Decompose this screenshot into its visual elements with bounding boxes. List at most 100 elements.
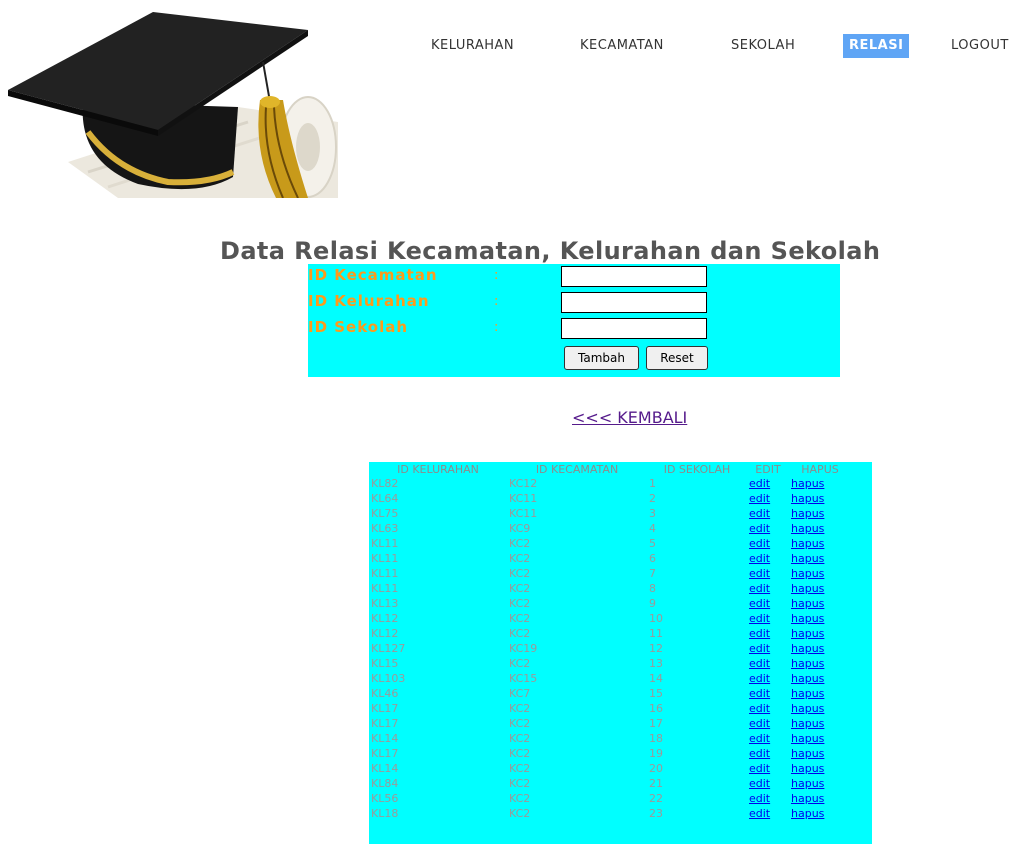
- hapus-link[interactable]: hapus: [791, 717, 824, 730]
- cell-id-sekolah: 6: [649, 552, 656, 565]
- edit-link[interactable]: edit: [749, 582, 770, 595]
- edit-link-cell: edit: [747, 776, 789, 791]
- edit-link-cell: edit: [747, 551, 789, 566]
- col-edit: EDIT: [755, 462, 781, 476]
- hapus-link-cell: hapus: [789, 671, 851, 686]
- edit-link[interactable]: edit: [749, 672, 770, 685]
- hapus-link[interactable]: hapus: [791, 612, 824, 625]
- cell-id-sekolah: 21: [649, 777, 663, 790]
- nav-item-sekolah[interactable]: SEKOLAH: [731, 34, 795, 58]
- cell-id-sekolah: 10: [649, 612, 663, 625]
- edit-link[interactable]: edit: [749, 642, 770, 655]
- reset-button[interactable]: Reset: [646, 346, 708, 370]
- cell-id-sekolah: 16: [649, 702, 663, 715]
- edit-link[interactable]: edit: [749, 762, 770, 775]
- hapus-link[interactable]: hapus: [791, 747, 824, 760]
- cell-id-kecamatan: KC2: [509, 762, 531, 775]
- table-row: KL64 KC11 2 edit hapus: [369, 491, 851, 506]
- cell-id-kecamatan: KC2: [509, 567, 531, 580]
- edit-link[interactable]: edit: [749, 702, 770, 715]
- edit-link[interactable]: edit: [749, 627, 770, 640]
- page-title: Data Relasi Kecamatan, Kelurahan dan Sek…: [220, 237, 881, 265]
- id-sekolah-input[interactable]: [561, 318, 707, 339]
- hapus-link[interactable]: hapus: [791, 732, 824, 745]
- cell-id-kelurahan: KL56: [371, 792, 399, 805]
- edit-link-cell: edit: [747, 491, 789, 506]
- table-row: KL84 KC2 21 edit hapus: [369, 776, 851, 791]
- edit-link[interactable]: edit: [749, 507, 770, 520]
- hapus-link[interactable]: hapus: [791, 762, 824, 775]
- hapus-link-cell: hapus: [789, 491, 851, 506]
- nav-item-relasi[interactable]: RELASI: [843, 34, 910, 58]
- edit-link[interactable]: edit: [749, 807, 770, 820]
- edit-link[interactable]: edit: [749, 657, 770, 670]
- hapus-link[interactable]: hapus: [791, 672, 824, 685]
- hapus-link[interactable]: hapus: [791, 582, 824, 595]
- edit-link[interactable]: edit: [749, 477, 770, 490]
- edit-link[interactable]: edit: [749, 492, 770, 505]
- id-kecamatan-input[interactable]: [561, 266, 707, 287]
- hapus-link[interactable]: hapus: [791, 657, 824, 670]
- hapus-link[interactable]: hapus: [791, 702, 824, 715]
- hapus-link[interactable]: hapus: [791, 477, 824, 490]
- edit-link[interactable]: edit: [749, 612, 770, 625]
- edit-link[interactable]: edit: [749, 687, 770, 700]
- hapus-link[interactable]: hapus: [791, 597, 824, 610]
- edit-link[interactable]: edit: [749, 717, 770, 730]
- edit-link[interactable]: edit: [749, 792, 770, 805]
- table-row: KL103 KC15 14 edit hapus: [369, 671, 851, 686]
- table-row: KL18 KC2 23 edit hapus: [369, 806, 851, 821]
- hapus-link-cell: hapus: [789, 806, 851, 821]
- hapus-link-cell: hapus: [789, 701, 851, 716]
- edit-link-cell: edit: [747, 626, 789, 641]
- hapus-link[interactable]: hapus: [791, 567, 824, 580]
- hapus-link[interactable]: hapus: [791, 492, 824, 505]
- hapus-link[interactable]: hapus: [791, 777, 824, 790]
- cell-id-kelurahan: KL12: [371, 627, 399, 640]
- id-kelurahan-input[interactable]: [561, 292, 707, 313]
- cell-id-kelurahan: KL11: [371, 552, 399, 565]
- table-row: KL11 KC2 6 edit hapus: [369, 551, 851, 566]
- table-row: KL14 KC2 20 edit hapus: [369, 761, 851, 776]
- tambah-button[interactable]: Tambah: [564, 346, 639, 370]
- nav-item-kecamatan[interactable]: KECAMATAN: [580, 34, 664, 58]
- edit-link-cell: edit: [747, 611, 789, 626]
- cell-id-kelurahan: KL17: [371, 747, 399, 760]
- hapus-link[interactable]: hapus: [791, 522, 824, 535]
- cell-id-kecamatan: KC2: [509, 717, 531, 730]
- cell-id-sekolah: 19: [649, 747, 663, 760]
- cell-id-sekolah: 2: [649, 492, 656, 505]
- cell-id-kelurahan: KL11: [371, 582, 399, 595]
- hapus-link[interactable]: hapus: [791, 552, 824, 565]
- hapus-link[interactable]: hapus: [791, 627, 824, 640]
- cell-id-kelurahan: KL17: [371, 717, 399, 730]
- edit-link[interactable]: edit: [749, 777, 770, 790]
- edit-link-cell: edit: [747, 596, 789, 611]
- hapus-link[interactable]: hapus: [791, 807, 824, 820]
- edit-link[interactable]: edit: [749, 537, 770, 550]
- edit-link[interactable]: edit: [749, 597, 770, 610]
- cell-id-sekolah: 14: [649, 672, 663, 685]
- edit-link[interactable]: edit: [749, 567, 770, 580]
- cell-id-kelurahan: KL11: [371, 567, 399, 580]
- main-nav: KELURAHAN KECAMATAN SEKOLAH RELASI LOGOU…: [0, 34, 1033, 58]
- edit-link[interactable]: edit: [749, 747, 770, 760]
- edit-link[interactable]: edit: [749, 552, 770, 565]
- kembali-link[interactable]: <<< KEMBALI: [572, 408, 687, 427]
- nav-item-kelurahan[interactable]: KELURAHAN: [431, 34, 514, 58]
- hapus-link-cell: hapus: [789, 761, 851, 776]
- hapus-link[interactable]: hapus: [791, 537, 824, 550]
- edit-link[interactable]: edit: [749, 732, 770, 745]
- edit-link-cell: edit: [747, 641, 789, 656]
- hapus-link[interactable]: hapus: [791, 642, 824, 655]
- hapus-link[interactable]: hapus: [791, 687, 824, 700]
- cell-id-kelurahan: KL13: [371, 597, 399, 610]
- edit-link[interactable]: edit: [749, 522, 770, 535]
- relasi-table: ID KELURAHAN ID KECAMATAN ID SEKOLAH EDI…: [369, 462, 872, 844]
- hapus-link-cell: hapus: [789, 656, 851, 671]
- cell-id-sekolah: 3: [649, 507, 656, 520]
- nav-item-logout[interactable]: LOGOUT: [951, 34, 1009, 58]
- hapus-link[interactable]: hapus: [791, 792, 824, 805]
- table-row: KL12 KC2 11 edit hapus: [369, 626, 851, 641]
- hapus-link[interactable]: hapus: [791, 507, 824, 520]
